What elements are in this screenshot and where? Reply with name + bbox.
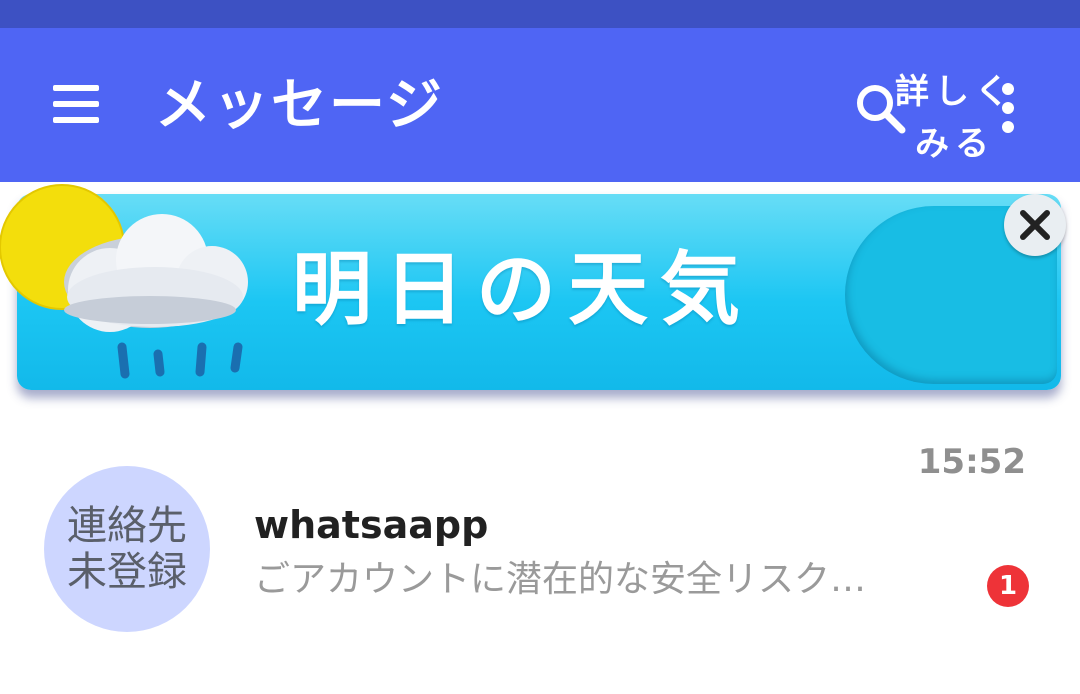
hamburger-menu-icon bbox=[53, 85, 99, 123]
banner-close-button[interactable] bbox=[1004, 194, 1066, 256]
menu-button[interactable] bbox=[40, 68, 112, 140]
message-preview: ごアカウントに潜在的な安全リスク… bbox=[254, 559, 867, 600]
sun-cloud-rain-icon bbox=[0, 184, 248, 379]
banner-title: 明日の天気 bbox=[292, 243, 752, 336]
page-title: メッセージ bbox=[155, 73, 444, 138]
details-button-label: 詳しく みる bbox=[895, 72, 1015, 164]
status-bar bbox=[0, 0, 1080, 28]
avatar: 連絡先 未登録 bbox=[44, 466, 210, 632]
unread-count-badge: 1 bbox=[987, 565, 1029, 607]
avatar-label: 連絡先 未登録 bbox=[67, 503, 187, 595]
close-icon bbox=[1020, 210, 1050, 240]
message-timestamp: 15:52 bbox=[917, 442, 1026, 482]
sender-name: whatsaapp bbox=[254, 503, 489, 547]
